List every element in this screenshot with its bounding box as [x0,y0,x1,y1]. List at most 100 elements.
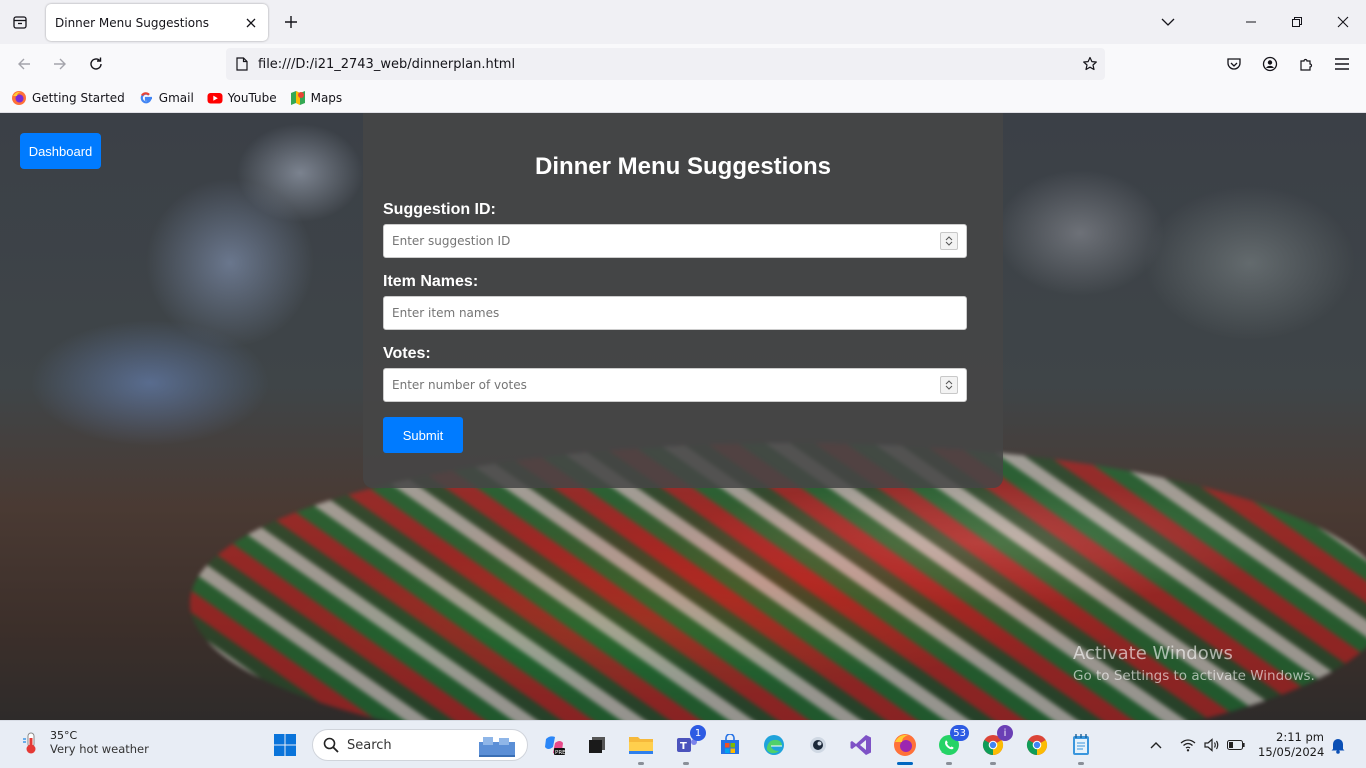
close-window-button[interactable] [1327,6,1359,38]
taskbar-search-box[interactable]: Search [312,729,528,761]
bookmark-star-button[interactable] [1075,49,1105,79]
bookmark-maps[interactable]: Maps [290,90,343,106]
forward-button[interactable] [46,50,74,78]
thermometer-icon [23,732,36,753]
teams-app[interactable]: T 1 [670,725,706,765]
restore-icon [1292,17,1302,27]
hamburger-menu-icon [1335,58,1349,70]
clock-time: 2:11 pm [1276,730,1324,744]
restore-button[interactable] [1281,6,1313,38]
bookmark-youtube[interactable]: YouTube [207,90,277,106]
bookmark-gmail[interactable]: Gmail [138,90,194,106]
arrow-left-icon [18,58,30,70]
visual-studio-app[interactable] [845,729,877,761]
chrome-profile-badge: i [997,725,1013,741]
list-all-tabs-button[interactable] [6,8,34,36]
steam-icon [810,737,826,753]
start-button[interactable] [269,729,301,761]
extensions-button[interactable] [1292,50,1320,78]
number-spinner[interactable] [940,232,958,250]
account-icon [1262,56,1278,72]
page-viewport: Dashboard Dinner Menu Suggestions Sugges… [0,113,1366,720]
google-icon [138,90,154,106]
bookmark-label: YouTube [227,91,277,105]
suggestion-id-placeholder: Enter suggestion ID [392,234,511,248]
item-names-input[interactable]: Enter item names [383,296,967,330]
bookmarks-toolbar: Getting Started Gmail YouTube Maps [0,84,1366,113]
bell-icon [1331,739,1345,754]
reload-button[interactable] [82,50,110,78]
pocket-icon [1227,58,1241,70]
reload-icon [90,57,102,70]
notifications-button[interactable] [1322,729,1354,761]
firefox-icon [11,90,27,106]
chevron-up-icon [1150,742,1162,749]
system-clock[interactable]: 2:11 pm 15/05/2024 [1258,730,1324,760]
minimize-button[interactable] [1235,6,1267,38]
spinner-arrows-icon [945,236,953,246]
youtube-icon [207,90,223,106]
firefox-icon [894,734,916,756]
tab-close-button[interactable] [239,11,263,35]
account-button[interactable] [1256,50,1284,78]
dashboard-button[interactable]: Dashboard [20,133,101,169]
menu-button[interactable] [1328,50,1356,78]
clock-date: 15/05/2024 [1258,745,1325,759]
new-tab-button[interactable] [277,8,305,36]
number-spinner[interactable] [940,376,958,394]
plus-icon [285,16,297,28]
address-bar[interactable]: file:///D:/i21_2743_web/dinnerplan.html [226,48,1105,80]
chrome-profile-app[interactable]: i [977,725,1013,765]
copilot-icon: PRE [545,736,566,756]
tab-overflow-button[interactable] [1152,6,1184,38]
file-explorer-app[interactable] [625,729,657,765]
weather-description: Very hot weather [50,742,149,756]
bookmark-label: Maps [310,91,343,105]
watermark-title: Activate Windows [1073,643,1233,664]
weather-widget[interactable]: 35°C Very hot weather [18,729,149,756]
votes-input[interactable]: Enter number of votes [383,368,967,402]
show-hidden-icons-button[interactable] [1140,729,1172,761]
votes-placeholder: Enter number of votes [392,378,527,392]
navigation-toolbar: file:///D:/i21_2743_web/dinnerplan.html [0,44,1366,84]
steam-app[interactable] [802,729,834,761]
task-view-icon [589,737,605,753]
task-view-app[interactable] [581,729,613,761]
copilot-app[interactable]: PRE [538,729,570,761]
search-label: Search [347,737,392,753]
windows-taskbar: 35°C Very hot weather Search PRE T 1 53 … [0,720,1366,768]
bookmark-getting-started[interactable]: Getting Started [11,90,125,106]
firefox-app[interactable] [889,729,921,765]
chrome-app[interactable] [1021,729,1053,761]
browser-tab-active[interactable]: Dinner Menu Suggestions [46,4,268,41]
item-names-placeholder: Enter item names [392,306,500,320]
edge-app[interactable] [758,729,790,761]
microsoft-store-app[interactable] [714,729,746,761]
back-button[interactable] [10,50,38,78]
submit-button[interactable]: Submit [383,417,463,453]
windows-logo-icon [274,734,296,756]
whatsapp-notification-badge: 53 [950,725,969,741]
teams-notification-badge: 1 [690,725,706,741]
svg-text:T: T [680,741,687,752]
notepad-app[interactable] [1065,729,1097,765]
store-icon [721,734,739,754]
tab-title: Dinner Menu Suggestions [55,15,210,30]
suggestion-id-input[interactable]: Enter suggestion ID [383,224,967,258]
folder-icon [629,737,653,754]
suggestion-id-label: Suggestion ID: [383,201,496,218]
minimize-icon [1246,21,1256,23]
suggestion-form-card: Dinner Menu Suggestions Suggestion ID: E… [363,113,1003,488]
form-title: Dinner Menu Suggestions [534,153,831,180]
star-icon [1083,56,1097,71]
battery-status[interactable] [1220,729,1252,761]
chevron-down-icon [1161,18,1175,26]
watermark-subtitle: Go to Settings to activate Windows. [1073,668,1315,684]
pocket-button[interactable] [1220,50,1248,78]
search-icon [323,737,339,753]
whatsapp-app[interactable]: 53 [933,725,969,765]
maps-icon [290,90,306,106]
browser-tab-bar: Dinner Menu Suggestions [0,0,1366,44]
bookmark-label: Getting Started [32,91,125,105]
bookmark-label: Gmail [158,91,194,105]
